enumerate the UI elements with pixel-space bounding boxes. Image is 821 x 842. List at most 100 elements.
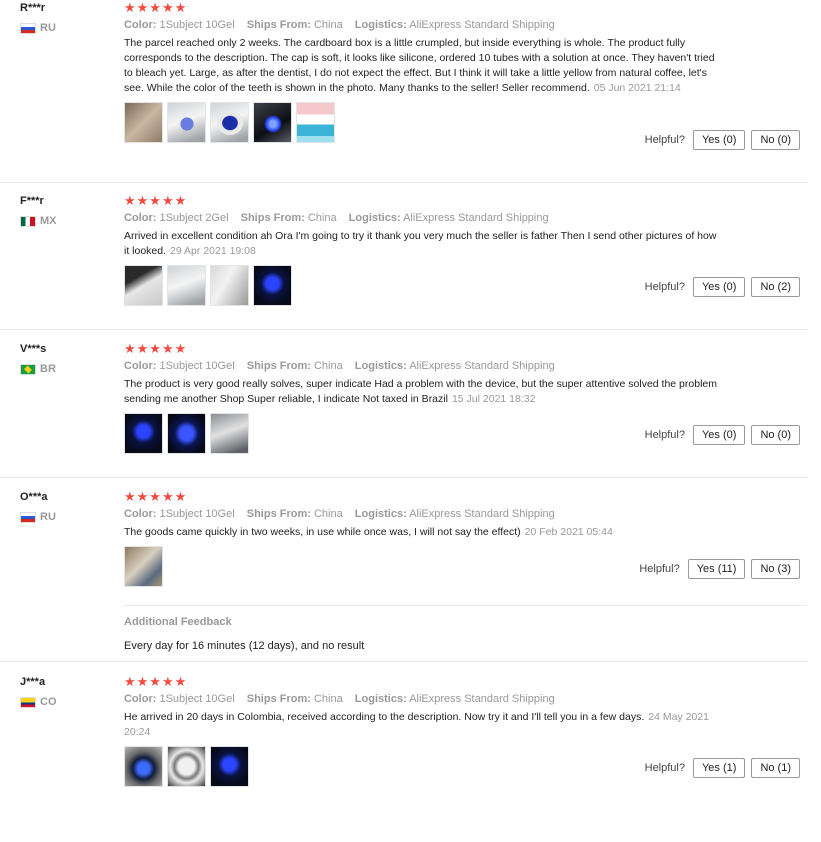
review-attributes: Color: 1Subject 10Gel Ships From: China …	[124, 508, 724, 523]
color-label: Color:	[124, 693, 157, 705]
review-photo[interactable]	[167, 265, 206, 306]
review-photo[interactable]	[210, 102, 249, 143]
ships-from-value: China	[313, 19, 343, 31]
ships-from-label: Ships From:	[246, 508, 311, 520]
review-photo[interactable]	[210, 746, 249, 787]
review-item: O***a RU ★★★★★ Color: 1Subject 10Gel Shi…	[0, 489, 808, 662]
helpful-vote: Helpful? Yes (0) No (0)	[645, 425, 800, 445]
country-code: CO	[40, 696, 57, 708]
star-rating: ★★★★★	[124, 193, 188, 208]
review-attributes: Color: 1Subject 2Gel Ships From: China L…	[124, 212, 724, 227]
logistics-value: AliExpress Standard Shipping	[403, 212, 549, 224]
review-item: R***r RU ★★★★★ Color: 1Subject 10Gel Shi…	[0, 0, 808, 183]
review-photo[interactable]	[167, 413, 206, 454]
star-rating: ★★★★★	[124, 674, 188, 689]
russia-flag-icon	[20, 511, 36, 523]
color-value: 1Subject 10Gel	[159, 508, 235, 520]
country-code: RU	[40, 511, 56, 523]
reviewer-country: BR	[20, 362, 110, 376]
ships-from-label: Ships From:	[246, 693, 311, 705]
review-photo[interactable]	[296, 102, 335, 143]
review-photo[interactable]	[124, 265, 163, 306]
reviewer-name: O***a	[20, 491, 48, 503]
logistics-value: AliExpress Standard Shipping	[409, 19, 555, 31]
review-photo[interactable]	[167, 102, 206, 143]
review-text: The product is very good really solves, …	[124, 377, 724, 407]
review-photo[interactable]	[210, 265, 249, 306]
helpful-yes-button[interactable]: Yes (1)	[692, 758, 746, 778]
country-code: MX	[40, 215, 57, 227]
reviewer-info: J***a CO	[20, 676, 110, 709]
review-body: ★★★★★ Color: 1Subject 10Gel Ships From: …	[124, 489, 724, 588]
review-date: 15 Jul 2021 18:32	[451, 393, 536, 405]
review-date: 29 Apr 2021 19:08	[170, 245, 256, 257]
review-photo[interactable]	[253, 102, 292, 143]
additional-feedback-text: Every day for 16 minutes (12 days), and …	[124, 640, 365, 652]
review-text: The goods came quickly in two weeks, in …	[124, 525, 724, 540]
helpful-label: Helpful?	[644, 429, 685, 441]
review-attributes: Color: 1Subject 10Gel Ships From: China …	[124, 360, 724, 375]
russia-flag-icon	[20, 22, 36, 34]
review-text: Arrived in excellent condition ah Ora I'…	[124, 229, 724, 259]
review-content: He arrived in 20 days in Colombia, recei…	[124, 711, 645, 723]
mexico-flag-icon	[20, 215, 36, 227]
review-photos	[124, 546, 724, 588]
review-photo[interactable]	[253, 265, 292, 306]
color-value: 1Subject 10Gel	[159, 360, 235, 372]
review-item: V***s BR ★★★★★ Color: 1Subject 10Gel Shi…	[0, 341, 808, 478]
reviewer-country: RU	[20, 510, 110, 524]
review-attributes: Color: 1Subject 10Gel Ships From: China …	[124, 19, 724, 34]
helpful-no-button[interactable]: No (2)	[751, 277, 800, 297]
reviewer-name: F***r	[20, 195, 44, 207]
review-content: The product is very good really solves, …	[124, 378, 717, 405]
ships-from-label: Ships From:	[246, 360, 311, 372]
helpful-no-button[interactable]: No (0)	[751, 425, 800, 445]
helpful-no-button[interactable]: No (3)	[751, 559, 800, 579]
reviewer-name: J***a	[20, 676, 46, 688]
review-date: 20 Feb 2021 05:44	[524, 526, 613, 538]
color-label: Color:	[124, 19, 157, 31]
country-code: BR	[40, 363, 56, 375]
review-attributes: Color: 1Subject 10Gel Ships From: China …	[124, 693, 724, 708]
review-photos	[124, 265, 724, 307]
reviewer-name: R***r	[20, 2, 46, 14]
helpful-vote: Helpful? Yes (1) No (1)	[645, 758, 800, 778]
additional-feedback: Additional Feedback Every day for 16 min…	[124, 605, 806, 652]
star-rating: ★★★★★	[124, 341, 188, 356]
color-value: 1Subject 10Gel	[159, 19, 235, 31]
ships-from-label: Ships From:	[240, 212, 305, 224]
color-value: 1Subject 2Gel	[159, 212, 229, 224]
reviewer-country: CO	[20, 695, 110, 709]
helpful-yes-button[interactable]: Yes (0)	[692, 130, 746, 150]
logistics-label: Logistics:	[354, 693, 407, 705]
helpful-yes-button[interactable]: Yes (11)	[687, 559, 746, 579]
helpful-yes-button[interactable]: Yes (0)	[692, 425, 746, 445]
review-photo[interactable]	[210, 413, 249, 454]
reviewer-info: O***a RU	[20, 491, 110, 524]
review-photo[interactable]	[124, 102, 163, 143]
star-rating: ★★★★★	[124, 489, 188, 504]
helpful-no-button[interactable]: No (0)	[751, 130, 800, 150]
review-photo[interactable]	[124, 413, 163, 454]
review-photo[interactable]	[124, 546, 163, 587]
logistics-label: Logistics:	[354, 360, 407, 372]
review-photos	[124, 102, 724, 144]
ships-from-value: China	[313, 508, 343, 520]
helpful-yes-button[interactable]: Yes (0)	[692, 277, 746, 297]
review-photo[interactable]	[124, 746, 163, 787]
reviewer-country: MX	[20, 214, 110, 228]
review-photos	[124, 413, 724, 455]
helpful-label: Helpful?	[644, 281, 685, 293]
review-text: The parcel reached only 2 weeks. The car…	[124, 36, 724, 96]
helpful-vote: Helpful? Yes (11) No (3)	[639, 559, 800, 579]
ships-from-label: Ships From:	[246, 19, 311, 31]
logistics-label: Logistics:	[348, 212, 401, 224]
reviewer-country: RU	[20, 21, 110, 35]
reviewer-info: V***s BR	[20, 343, 110, 376]
review-photos	[124, 746, 724, 788]
reviewer-info: F***r MX	[20, 195, 110, 228]
color-label: Color:	[124, 212, 157, 224]
helpful-no-button[interactable]: No (1)	[751, 758, 800, 778]
ships-from-value: China	[313, 693, 343, 705]
review-photo[interactable]	[167, 746, 206, 787]
